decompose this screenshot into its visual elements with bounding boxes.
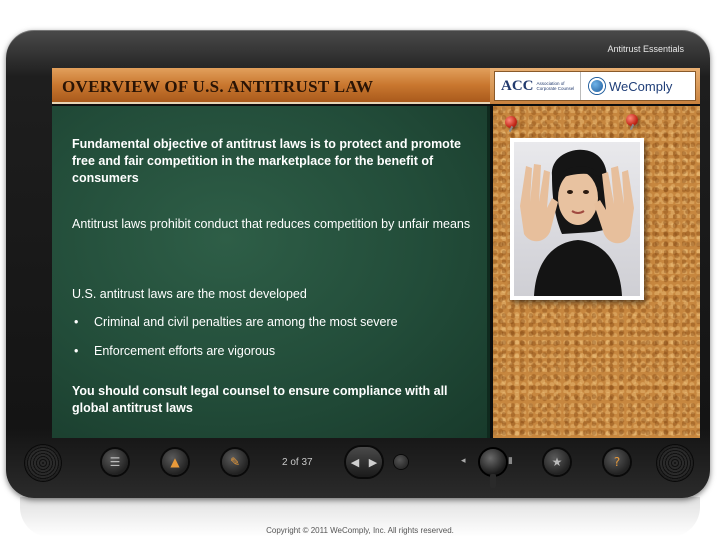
- wecomply-text: WeComply: [609, 78, 673, 94]
- photo-frame: [510, 138, 644, 300]
- logo-box: ACC Association of Corporate Counsel WeC…: [490, 68, 700, 104]
- prev-icon[interactable]: ◀: [351, 456, 359, 469]
- help-icon: ?: [613, 455, 621, 469]
- page-title: OVERVIEW OF U.S. ANTITRUST LAW: [62, 77, 374, 96]
- wecomply-globe-icon: [589, 78, 605, 94]
- consult-paragraph: You should consult legal counsel to ensu…: [72, 384, 448, 415]
- acc-logo: ACC Association of Corporate Counsel: [495, 72, 581, 100]
- help-button[interactable]: ?: [604, 449, 630, 475]
- copyright-text: Copyright © 2011 WeComply, Inc. All righ…: [266, 526, 454, 535]
- bullet-marker: •: [74, 344, 79, 358]
- bullet-marker: •: [74, 315, 79, 329]
- prohibition-paragraph: Antitrust laws prohibit conduct that red…: [72, 217, 471, 231]
- replay-button[interactable]: [394, 455, 408, 469]
- volume-high-icon: ▮: [508, 456, 513, 466]
- volume-low-icon: ◂: [461, 456, 466, 466]
- pushpin-icon: [626, 114, 638, 126]
- course-title: Antitrust Essentials: [607, 44, 684, 54]
- wecomply-logo: WeComply: [581, 78, 672, 94]
- bullet-text: Enforcement efforts are vigorous: [94, 344, 276, 358]
- presenter-illustration: [520, 149, 634, 296]
- notes-icon: ✎: [229, 455, 241, 469]
- resources-icon: ★: [551, 455, 563, 469]
- pushpin-icon: [505, 116, 517, 128]
- logo-panel: ACC Association of Corporate Counsel WeC…: [494, 71, 696, 101]
- player-controls: ☰ ▲ ✎ 2 of 37 ◀ ▶ ◂ ▮ ★ ?: [6, 438, 710, 488]
- menu-icon: ☰: [109, 455, 121, 469]
- next-icon[interactable]: ▶: [369, 456, 377, 469]
- acc-mark: ACC: [501, 77, 534, 94]
- left-speaker-grille: [24, 444, 62, 482]
- notes-button[interactable]: ✎: [222, 449, 248, 475]
- volume-knob[interactable]: [480, 449, 506, 475]
- developed-paragraph: U.S. antitrust laws are the most develop…: [72, 287, 307, 301]
- intro-paragraph: Fundamental objective of antitrust laws …: [72, 137, 461, 185]
- acc-text: Association of Corporate Counsel: [536, 81, 575, 91]
- presenter-photo: [514, 142, 640, 296]
- bullet-text: Criminal and civil penalties are among t…: [94, 315, 398, 329]
- right-speaker-grille: [656, 444, 694, 482]
- page-counter: 2 of 37: [282, 457, 313, 468]
- header-bar: OVERVIEW OF U.S. ANTITRUST LAW: [52, 68, 490, 104]
- home-icon: ▲: [170, 455, 180, 469]
- navigation-pill: ◀ ▶: [346, 447, 382, 477]
- resources-button[interactable]: ★: [544, 449, 570, 475]
- menu-button[interactable]: ☰: [102, 449, 128, 475]
- home-button[interactable]: ▲: [162, 449, 188, 475]
- volume-slider-track[interactable]: [490, 474, 496, 488]
